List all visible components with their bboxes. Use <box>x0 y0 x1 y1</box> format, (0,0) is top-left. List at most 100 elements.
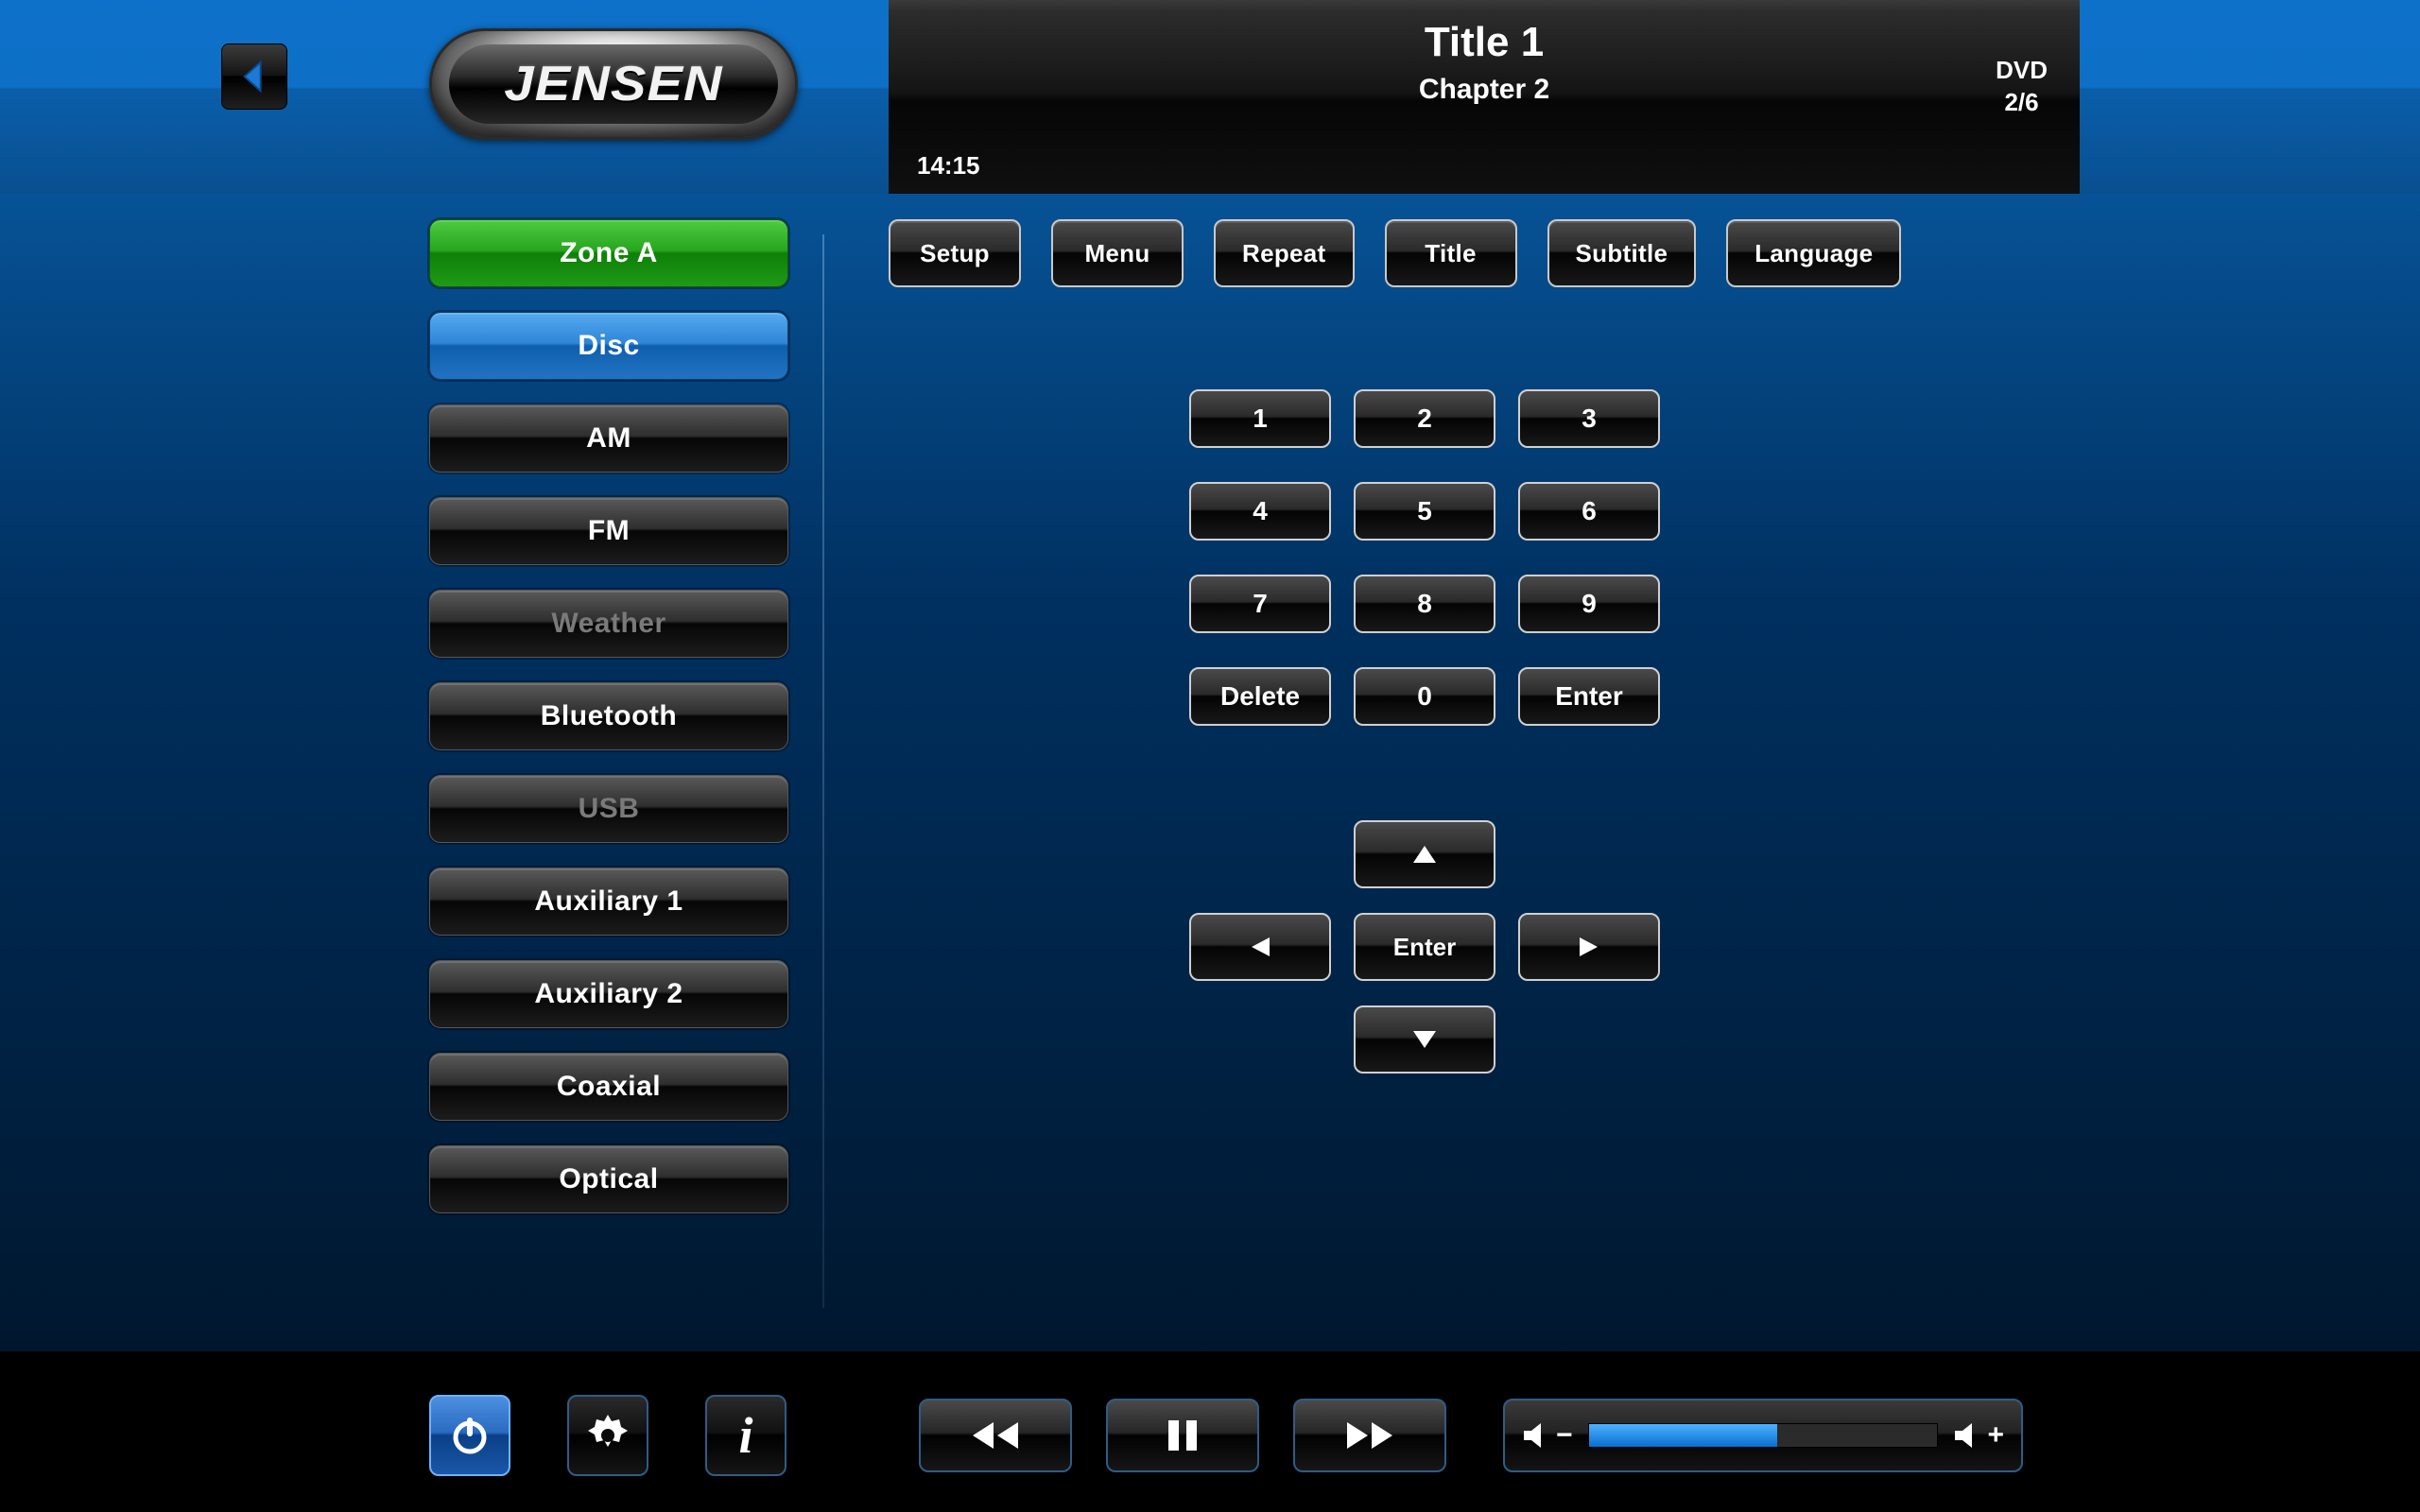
source-fm[interactable]: FM <box>429 497 788 565</box>
source-sidebar: Zone A Disc AM FM Weather Bluetooth USB … <box>429 219 807 1238</box>
elapsed-time: 14:15 <box>917 151 980 180</box>
dpad-down[interactable] <box>1354 1005 1495 1074</box>
main-area: Zone A Disc AM FM Weather Bluetooth USB … <box>0 219 2420 1342</box>
source-aux1[interactable]: Auxiliary 1 <box>429 868 788 936</box>
key-label: 1 <box>1253 404 1268 434</box>
number-keypad: 1 2 3 4 5 6 7 8 9 Delete 0 Enter <box>1189 389 2392 726</box>
source-label: Weather <box>551 608 666 640</box>
dpad-up[interactable] <box>1354 820 1495 888</box>
arrow-down-icon <box>1411 1029 1438 1050</box>
key-8[interactable]: 8 <box>1354 575 1495 633</box>
key-2[interactable]: 2 <box>1354 389 1495 448</box>
settings-button[interactable] <box>567 1395 648 1476</box>
key-label: 8 <box>1417 589 1432 619</box>
source-label: Auxiliary 2 <box>534 978 683 1010</box>
zone-label: Zone A <box>560 237 658 269</box>
arrow-left-icon <box>1249 936 1271 958</box>
key-enter[interactable]: Enter <box>1518 667 1660 726</box>
key-label: 3 <box>1582 404 1597 434</box>
source-label: Auxiliary 1 <box>534 885 683 918</box>
power-button[interactable] <box>429 1395 510 1476</box>
key-label: 0 <box>1417 681 1432 712</box>
fast-forward-button[interactable] <box>1293 1399 1446 1472</box>
volume-slider[interactable] <box>1588 1423 1939 1448</box>
dvd-toolbar: Setup Menu Repeat Title Subtitle Languag… <box>889 219 2392 287</box>
repeat-button[interactable]: Repeat <box>1214 219 1355 287</box>
volume-fill <box>1589 1424 1777 1447</box>
source-label: Disc <box>578 330 639 362</box>
btn-label: Enter <box>1393 933 1456 962</box>
btn-label: Subtitle <box>1576 239 1668 268</box>
media-meta: DVD 2/6 <box>1996 55 2048 119</box>
fast-forward-icon <box>1343 1420 1396 1451</box>
btn-label: Setup <box>920 239 990 268</box>
volume-up-button[interactable]: + <box>1953 1419 2004 1452</box>
source-bluetooth[interactable]: Bluetooth <box>429 682 788 750</box>
source-label: Bluetooth <box>541 700 677 732</box>
source-usb[interactable]: USB <box>429 775 788 843</box>
transport-controls <box>919 1399 1446 1472</box>
volume-control: − + <box>1503 1399 2023 1472</box>
pause-icon <box>1167 1418 1199 1452</box>
rewind-button[interactable] <box>919 1399 1072 1472</box>
source-label: FM <box>588 515 630 547</box>
source-label: USB <box>579 793 640 825</box>
volume-down-button[interactable]: − <box>1522 1419 1573 1452</box>
info-button[interactable]: i <box>705 1395 786 1476</box>
key-0[interactable]: 0 <box>1354 667 1495 726</box>
key-1[interactable]: 1 <box>1189 389 1331 448</box>
chevron-left-icon <box>236 59 272 94</box>
dpad-enter[interactable]: Enter <box>1354 913 1495 981</box>
pause-button[interactable] <box>1106 1399 1259 1472</box>
brand-logo: JENSEN <box>429 28 798 140</box>
info-icon: i <box>738 1406 752 1465</box>
key-6[interactable]: 6 <box>1518 482 1660 541</box>
subtitle-button[interactable]: Subtitle <box>1547 219 1697 287</box>
language-button[interactable]: Language <box>1726 219 1901 287</box>
setup-button[interactable]: Setup <box>889 219 1021 287</box>
key-9[interactable]: 9 <box>1518 575 1660 633</box>
key-label: 9 <box>1582 589 1597 619</box>
key-delete[interactable]: Delete <box>1189 667 1331 726</box>
rewind-icon <box>969 1420 1022 1451</box>
dpad-right[interactable] <box>1518 913 1660 981</box>
source-aux2[interactable]: Auxiliary 2 <box>429 960 788 1028</box>
source-disc[interactable]: Disc <box>429 312 788 380</box>
plus-icon: + <box>1987 1419 2004 1452</box>
arrow-right-icon <box>1578 936 1600 958</box>
dpad-left[interactable] <box>1189 913 1331 981</box>
source-optical[interactable]: Optical <box>429 1145 788 1213</box>
key-label: 7 <box>1253 589 1268 619</box>
footer-bar: i <box>0 1351 2420 1512</box>
source-coaxial[interactable]: Coaxial <box>429 1053 788 1121</box>
btn-label: Language <box>1754 239 1873 268</box>
title-button[interactable]: Title <box>1385 219 1517 287</box>
key-7[interactable]: 7 <box>1189 575 1331 633</box>
media-position: 2/6 <box>1996 87 2048 119</box>
source-label: AM <box>586 422 631 455</box>
menu-button[interactable]: Menu <box>1051 219 1184 287</box>
content-panel: Setup Menu Repeat Title Subtitle Languag… <box>889 219 2392 1074</box>
btn-label: Repeat <box>1242 239 1326 268</box>
power-icon <box>448 1414 492 1457</box>
zone-button[interactable]: Zone A <box>429 219 788 287</box>
key-4[interactable]: 4 <box>1189 482 1331 541</box>
back-button[interactable] <box>221 43 287 110</box>
key-label: Enter <box>1555 681 1623 712</box>
speaker-icon <box>1953 1421 1981 1450</box>
sidebar-divider <box>822 234 824 1308</box>
media-chapter: Chapter 2 <box>917 74 2051 106</box>
header-bar: JENSEN Title 1 Chapter 2 DVD 2/6 14:15 <box>0 0 2420 194</box>
gear-icon <box>584 1412 631 1459</box>
key-label: 5 <box>1417 496 1432 526</box>
app-root: JENSEN Title 1 Chapter 2 DVD 2/6 14:15 Z… <box>0 0 2420 1512</box>
key-label: Delete <box>1220 681 1300 712</box>
key-3[interactable]: 3 <box>1518 389 1660 448</box>
key-5[interactable]: 5 <box>1354 482 1495 541</box>
source-am[interactable]: AM <box>429 404 788 472</box>
key-label: 2 <box>1417 404 1432 434</box>
now-playing-display: Title 1 Chapter 2 DVD 2/6 14:15 <box>889 0 2080 194</box>
source-weather[interactable]: Weather <box>429 590 788 658</box>
source-label: Optical <box>559 1163 658 1195</box>
dpad: Enter <box>1189 820 2392 1074</box>
